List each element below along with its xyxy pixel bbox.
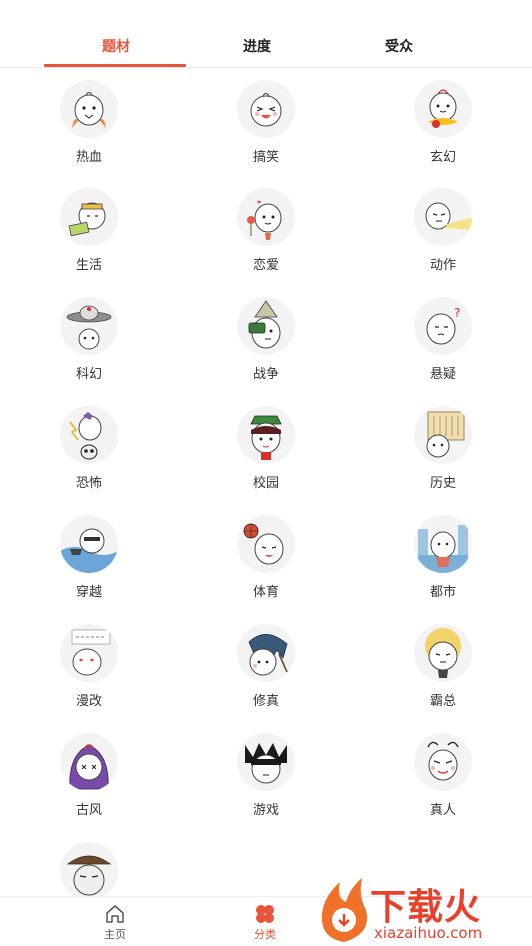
category-clover-icon — [254, 903, 276, 925]
mascot-fire-icon — [60, 80, 118, 138]
category-item-shenghuo[interactable]: 生活 — [29, 188, 149, 288]
watermark-text: 下载火 — [370, 886, 482, 927]
category-item-mangai[interactable]: 漫改 — [29, 624, 149, 724]
mascot-history-icon — [414, 406, 472, 464]
category-item-xuanyi[interactable]: ? 悬疑 — [383, 297, 503, 397]
top-tab-bar: 题材 进度 受众 — [0, 0, 532, 68]
category-label: 恐怖 — [75, 475, 102, 490]
tab-progress[interactable]: 进度 — [243, 36, 271, 56]
mascot-timetravel-icon — [60, 515, 118, 573]
mascot-horror-skull-icon — [60, 406, 118, 464]
category-label: 都市 — [429, 584, 456, 599]
category-item-dongzuo[interactable]: 动作 — [383, 188, 503, 288]
category-label: 古风 — [75, 802, 102, 817]
watermark: 下载火 xiazaihuo.com — [316, 872, 532, 946]
category-item-xuanhuan[interactable]: 玄幻 — [383, 80, 503, 180]
category-item-kehuan[interactable]: 科幻 — [29, 297, 149, 397]
category-item-kongbu[interactable]: 恐怖 — [29, 406, 149, 506]
mascot-hat-icon — [60, 842, 118, 898]
category-item-gaoxiao[interactable]: 搞笑 — [206, 80, 326, 180]
category-item-xiuzhen[interactable]: 修真 — [206, 624, 326, 724]
home-icon — [104, 903, 126, 925]
mascot-game-icon — [237, 733, 295, 791]
category-label: 漫改 — [75, 693, 102, 708]
mascot-scifi-ufo-icon — [60, 297, 118, 355]
category-label: 真人 — [429, 802, 456, 817]
category-item-lianai[interactable]: 恋爱 — [206, 188, 326, 288]
mascot-campus-icon — [237, 406, 295, 464]
category-label: 游戏 — [252, 802, 279, 817]
mascot-mystery-icon: ? — [414, 297, 472, 355]
mascot-sports-ball-icon — [237, 515, 295, 573]
svg-text:?: ? — [454, 306, 460, 320]
category-grid: 热血 搞笑 玄幻 生活 恋爱 动作 科幻 战争 ? 悬疑 恐怖 校园 历史 穿越… — [0, 78, 532, 898]
category-item-bazong[interactable]: 霸总 — [383, 624, 503, 724]
category-item-zhanzheng[interactable]: 战争 — [206, 297, 326, 397]
category-item-xiaoyuan[interactable]: 校园 — [206, 406, 326, 506]
nav-home-label: 主页 — [104, 929, 126, 941]
mascot-ancient-icon — [60, 733, 118, 791]
category-label: 修真 — [252, 693, 279, 708]
category-item-rexue[interactable]: 热血 — [29, 80, 149, 180]
watermark-url: xiazaihuo.com — [374, 924, 483, 942]
category-label: 搞笑 — [252, 149, 279, 164]
mascot-action-icon — [414, 188, 472, 246]
nav-category-label: 分类 — [254, 929, 276, 941]
tab-subject[interactable]: 题材 — [102, 36, 130, 56]
category-item-lishi[interactable]: 历史 — [383, 406, 503, 506]
category-item-tiyu[interactable]: 体育 — [206, 515, 326, 615]
category-item-chuanyue[interactable]: 穿越 — [29, 515, 149, 615]
mascot-war-icon — [237, 297, 295, 355]
category-label: 历史 — [429, 475, 456, 490]
category-label: 热血 — [75, 149, 102, 164]
category-item-partial[interactable] — [29, 842, 149, 898]
category-label: 玄幻 — [429, 149, 456, 164]
mascot-reallife-icon — [414, 733, 472, 791]
category-label: 恋爱 — [252, 257, 279, 272]
mascot-cultivation-icon — [237, 624, 295, 682]
mascot-laugh-icon — [237, 80, 295, 138]
category-label: 霸总 — [429, 693, 456, 708]
category-label: 穿越 — [75, 584, 102, 599]
nav-category[interactable]: 分类 — [235, 903, 295, 942]
mascot-city-icon — [414, 515, 472, 573]
mascot-ceo-icon — [414, 624, 472, 682]
category-item-dushi[interactable]: 都市 — [383, 515, 503, 615]
mascot-life-icon — [60, 188, 118, 246]
mascot-fantasy-icon — [414, 80, 472, 138]
category-label: 校园 — [252, 475, 279, 490]
category-label: 生活 — [75, 257, 102, 272]
category-label: 动作 — [429, 257, 456, 272]
nav-home[interactable]: 主页 — [85, 903, 145, 942]
category-item-zhenren[interactable]: 真人 — [383, 733, 503, 833]
mascot-adaptation-icon — [60, 624, 118, 682]
mascot-love-icon — [237, 188, 295, 246]
category-item-youxi[interactable]: 游戏 — [206, 733, 326, 833]
tab-audience[interactable]: 受众 — [385, 36, 413, 56]
flame-logo-icon — [321, 878, 368, 942]
category-label: 科幻 — [75, 366, 102, 381]
active-tab-indicator — [44, 64, 186, 67]
category-label: 悬疑 — [429, 366, 456, 381]
category-label: 战争 — [252, 366, 279, 381]
category-item-gufeng[interactable]: 古风 — [29, 733, 149, 833]
category-label: 体育 — [252, 584, 279, 599]
